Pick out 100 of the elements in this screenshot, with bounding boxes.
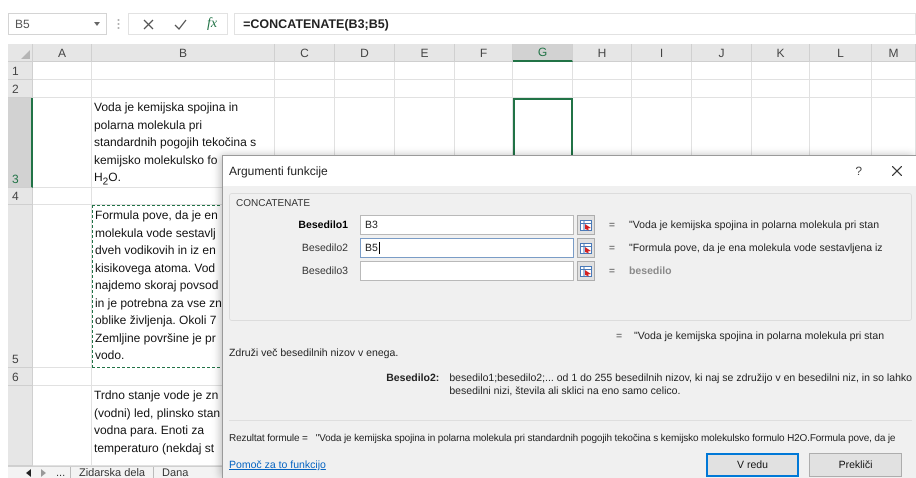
table-cell[interactable]	[395, 80, 455, 98]
table-cell[interactable]	[455, 62, 513, 80]
cell-text: in je potrebna za vse zn	[95, 294, 222, 312]
check-icon[interactable]	[174, 18, 187, 30]
row-header[interactable]: 3	[8, 98, 33, 188]
table-cell[interactable]	[92, 80, 275, 98]
table-cell[interactable]	[810, 62, 872, 80]
column-header[interactable]: H	[573, 44, 632, 62]
cell-text: kemijsko molekulsko fo	[94, 152, 218, 168]
row-header[interactable]: 5	[8, 205, 33, 368]
column-header[interactable]: M	[872, 44, 916, 62]
table-cell[interactable]	[872, 80, 916, 98]
dialog-button[interactable]: Prekliči	[809, 453, 902, 477]
cell-text: Voda je kemijska spojina in	[94, 99, 238, 116]
table-cell[interactable]	[632, 80, 692, 98]
cell-reference: B5	[15, 17, 30, 31]
dialog-title: Argumenti funkcije	[229, 164, 329, 178]
column-header[interactable]: F	[455, 44, 513, 62]
cell-text: temperaturo (nekdaj st	[94, 440, 214, 456]
table-cell[interactable]	[33, 80, 92, 98]
argument-name: Besedilo2:	[385, 372, 440, 384]
column-header[interactable]: B	[92, 44, 275, 62]
column-header[interactable]: D	[335, 44, 395, 62]
column-header[interactable]: A	[33, 44, 92, 62]
table-cell[interactable]	[275, 62, 335, 80]
cell-text: molekula vode sestavlj	[95, 224, 216, 242]
cancel-icon[interactable]	[143, 18, 154, 30]
function-result: "Voda je kemijska spojina in polarna molekula pri stan	[634, 330, 884, 342]
cell-text: standardnih pogojih tekočina s	[94, 134, 256, 151]
next-sheet-icon[interactable]	[41, 469, 46, 477]
equals-sign: =	[608, 219, 616, 231]
argument-result: "Formula pove, da je ena molekula vode sestavljena iz	[629, 242, 884, 254]
table-cell[interactable]	[632, 62, 692, 80]
table-cell[interactable]	[513, 62, 573, 80]
formula-result: "Voda je kemijska spojina in polarna molekula pri standardnih pogojih tekočina s kemijsko molekulsko formulo H2O.Formula pove, da je	[316, 433, 896, 444]
column-header[interactable]: C	[275, 44, 335, 62]
range-select-icon	[580, 220, 592, 230]
collapse-dialog-button[interactable]	[577, 261, 595, 281]
sheet-tab[interactable]: Zidarska dela	[70, 467, 154, 478]
cell-text: (vodni) led, plinsko stan	[94, 404, 220, 422]
column-header[interactable]: E	[395, 44, 455, 62]
range-select-icon	[580, 242, 592, 254]
help-link[interactable]: Pomoč za to funkcijo	[229, 459, 706, 471]
table-cell[interactable]	[455, 80, 513, 98]
table-cell[interactable]	[692, 62, 752, 80]
row-header[interactable]: 2	[8, 80, 33, 98]
row-header[interactable]: 4	[8, 188, 33, 205]
table-cell[interactable]	[335, 80, 395, 98]
table-cell[interactable]	[33, 62, 92, 80]
previous-sheet-icon[interactable]	[26, 469, 31, 477]
help-button[interactable]: ?	[855, 164, 862, 178]
insert-function-button[interactable]: fx	[207, 16, 218, 32]
row-header[interactable]: 1	[8, 62, 33, 80]
argument-label: Besedilo1	[297, 219, 349, 231]
column-header[interactable]: J	[692, 44, 752, 62]
column-header[interactable]: L	[810, 44, 872, 62]
dialog-button[interactable]: V redu	[706, 453, 799, 477]
equals-sign: =	[608, 265, 616, 277]
argument-result: besedilo	[629, 265, 673, 277]
dropdown-icon[interactable]	[94, 22, 100, 26]
table-cell[interactable]	[752, 80, 810, 98]
collapse-dialog-button[interactable]	[577, 215, 595, 235]
table-cell[interactable]	[335, 62, 395, 80]
cell-text: najdemo skoraj povsod	[95, 277, 218, 294]
table-cell[interactable]	[33, 368, 92, 386]
table-cell[interactable]	[872, 62, 916, 80]
column-header[interactable]: G	[513, 44, 573, 62]
argument-field[interactable]	[360, 261, 574, 281]
table-cell[interactable]	[573, 80, 632, 98]
close-icon[interactable]	[892, 166, 902, 176]
row-header[interactable]: 6	[8, 368, 33, 386]
equals-sign: =	[616, 330, 624, 342]
cell-text: dveh vodikovih in iz en	[95, 242, 216, 259]
table-cell[interactable]	[275, 80, 335, 98]
table-cell[interactable]	[692, 80, 752, 98]
table-cell[interactable]	[513, 80, 573, 98]
table-cell[interactable]	[92, 62, 275, 80]
argument-description: besedilo1;besedilo2;... od 1 do 255 besedilnih nizov, ki naj se združijo v en besedilni niz, in so lahko besedilni nizi, števila ali sklici na eno samo celico.	[449, 372, 912, 398]
table-cell[interactable]	[573, 62, 632, 80]
formula-field[interactable]: =CONCATENATE(B3;B5)	[234, 13, 916, 35]
column-header[interactable]: I	[632, 44, 692, 62]
column-header[interactable]: K	[752, 44, 810, 62]
sheet-tab[interactable]: Dana	[153, 467, 196, 478]
cell-text: polarna molekula pri	[94, 116, 202, 134]
argument-label: Besedilo2	[300, 242, 349, 254]
cell-text: H$_{2}$O.	[94, 169, 121, 190]
table-cell[interactable]	[810, 80, 872, 98]
more-sheets-button[interactable]: ...	[56, 467, 66, 478]
select-all-icon[interactable]	[21, 50, 30, 59]
collapse-dialog-button[interactable]	[577, 238, 595, 258]
cell-text: Trdno stanje vode je zn	[94, 387, 218, 404]
argument-field[interactable]: B3	[360, 215, 574, 235]
table-cell[interactable]	[33, 188, 92, 205]
argument-field[interactable]: B5	[360, 238, 574, 258]
table-cell[interactable]	[33, 98, 92, 188]
name-box[interactable]: B5	[8, 13, 107, 35]
table-cell[interactable]	[33, 205, 92, 368]
table-cell[interactable]	[752, 62, 810, 80]
table-cell[interactable]	[395, 62, 455, 80]
equals-sign: =	[608, 242, 616, 254]
